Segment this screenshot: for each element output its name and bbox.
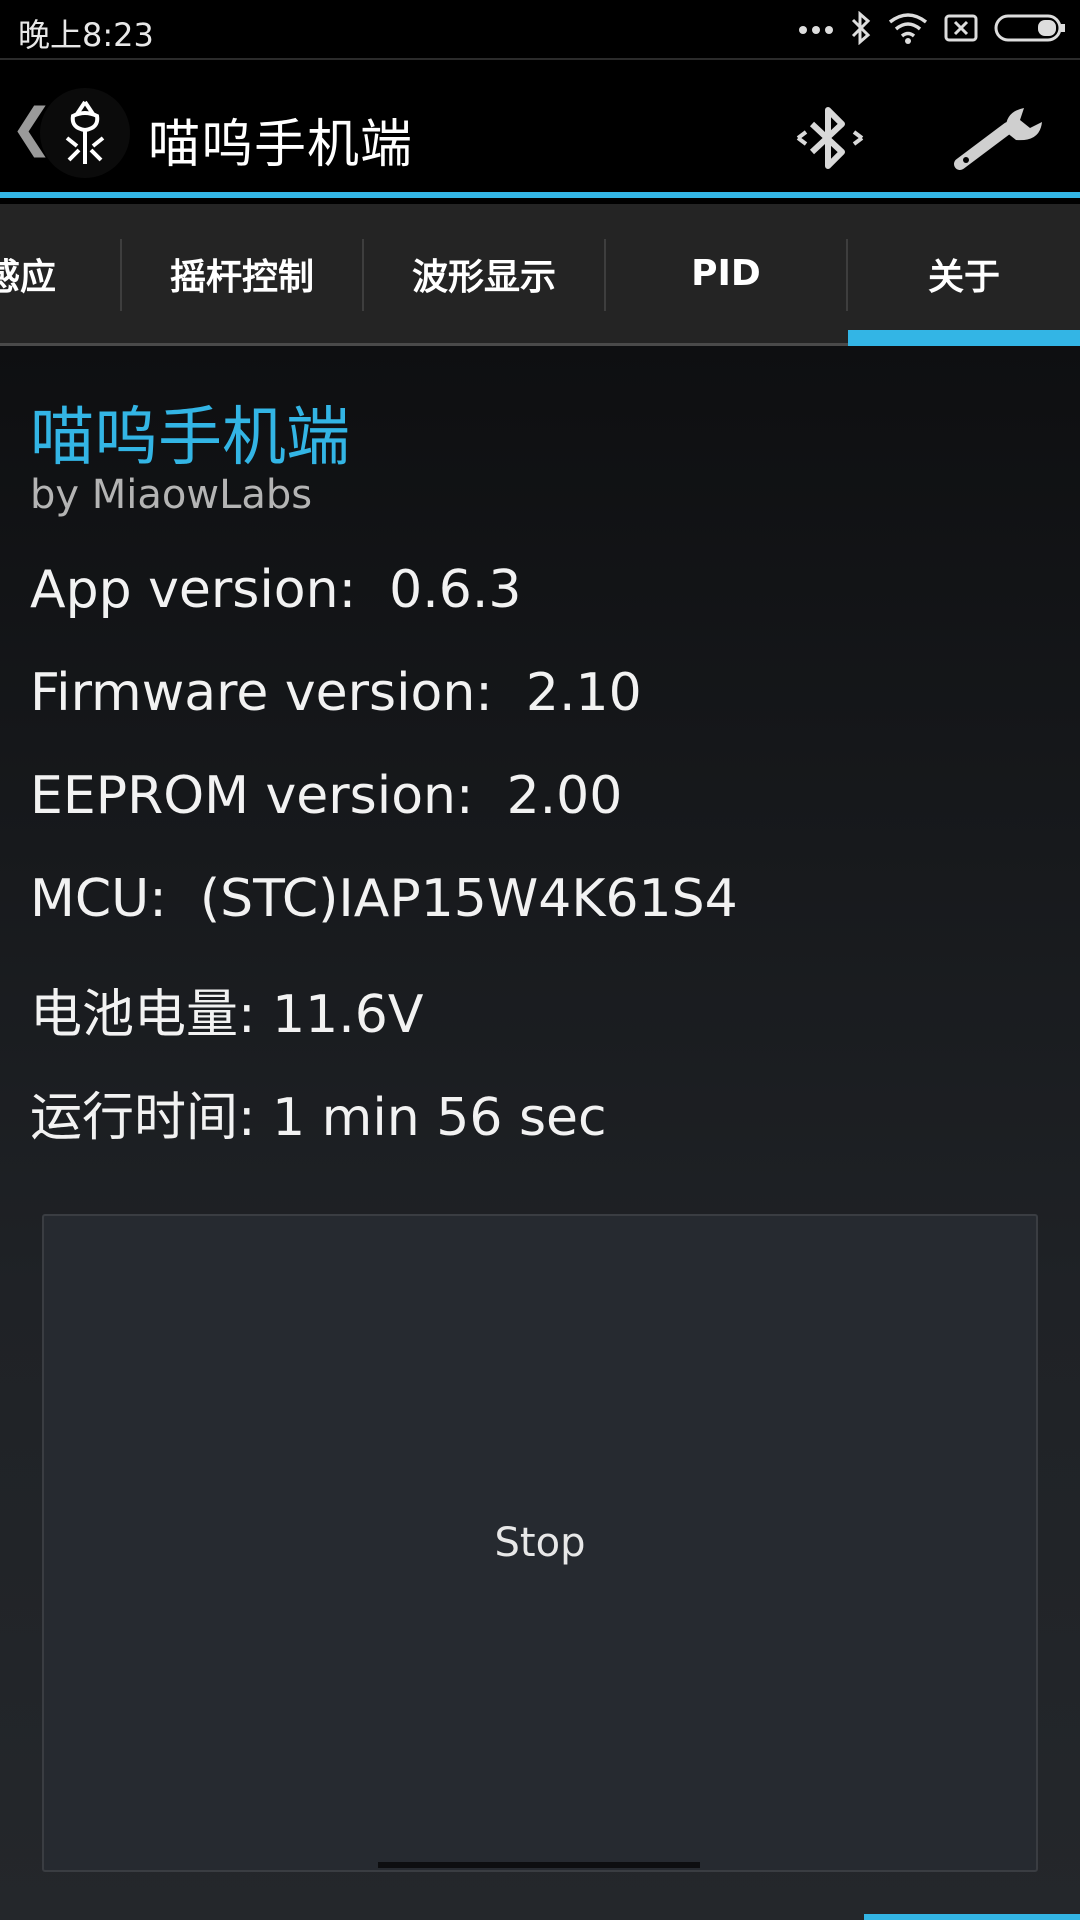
info-value: 1 min 56 sec: [272, 1088, 607, 1148]
tab-label: 关于: [927, 256, 1000, 298]
info-value: 2.10: [525, 663, 642, 723]
about-content: 喵呜手机端 by MiaowLabs App version: 0.6.3 Fi…: [0, 346, 1080, 1920]
wrench-icon: [954, 108, 1042, 170]
uptime-row: 运行时间: 1 min 56 sec: [30, 1075, 607, 1150]
wifi-icon: [888, 12, 928, 48]
app-logo[interactable]: [40, 88, 130, 178]
mcu-row: MCU: (STC)IAP15W4K61S4: [30, 869, 738, 929]
action-bar-accent-line: [0, 192, 1080, 198]
no-sim-icon: [944, 13, 978, 47]
tab-about[interactable]: 关于: [848, 204, 1080, 343]
tab-label: 感应: [0, 256, 56, 298]
settings-action-button[interactable]: [950, 98, 1050, 178]
tab-label: 摇杆控制: [169, 256, 314, 298]
info-label: EEPROM version:: [30, 766, 474, 826]
status-time: 晚上8:23: [18, 16, 154, 54]
tab-pid[interactable]: PID: [606, 204, 846, 343]
battery-row: 电池电量: 11.6V: [30, 972, 423, 1047]
bluetooth-icon: [850, 10, 872, 49]
info-label: App version:: [30, 560, 357, 620]
tab-label: 波形显示: [411, 256, 556, 298]
tab-joystick[interactable]: 摇杆控制: [122, 204, 362, 343]
app-title: 喵呜手机端: [148, 115, 414, 175]
info-value: 0.6.3: [389, 560, 522, 620]
info-value: (STC)IAP15W4K61S4: [199, 869, 738, 929]
tab-waveform[interactable]: 波形显示: [364, 204, 604, 343]
app-version-row: App version: 0.6.3: [30, 560, 521, 620]
bottom-accent-line: [864, 1914, 1080, 1920]
info-value: 2.00: [506, 766, 623, 826]
tab-label: PID: [691, 253, 761, 294]
eeprom-version-row: EEPROM version: 2.00: [30, 766, 622, 826]
tab-bar: 感应 摇杆控制 波形显示 PID 关于: [0, 204, 1080, 346]
info-value: 11.6V: [272, 985, 424, 1045]
firmware-version-row: Firmware version: 2.10: [30, 663, 642, 723]
info-label: 电池电量:: [30, 985, 256, 1045]
action-bar: ❮ 喵呜手机端: [0, 60, 1080, 198]
tab-sensing[interactable]: 感应: [0, 204, 80, 343]
info-label: 运行时间:: [30, 1088, 256, 1148]
stop-button-label: Stop: [494, 1520, 586, 1566]
about-subtitle: by MiaowLabs: [30, 472, 313, 518]
battery-icon: [994, 13, 1066, 47]
stop-button[interactable]: Stop: [42, 1214, 1038, 1872]
status-icons: [798, 10, 1066, 50]
info-label: Firmware version:: [30, 663, 493, 723]
stop-button-underline: [378, 1862, 700, 1868]
status-bar: 晚上8:23: [0, 0, 1080, 60]
bluetooth-icon: [796, 107, 864, 169]
bluetooth-action-button[interactable]: [790, 98, 870, 178]
about-title: 喵呜手机端: [30, 401, 350, 475]
more-dots-icon: [798, 21, 834, 40]
info-label: MCU:: [30, 869, 167, 929]
selected-tab-indicator: [848, 330, 1080, 346]
